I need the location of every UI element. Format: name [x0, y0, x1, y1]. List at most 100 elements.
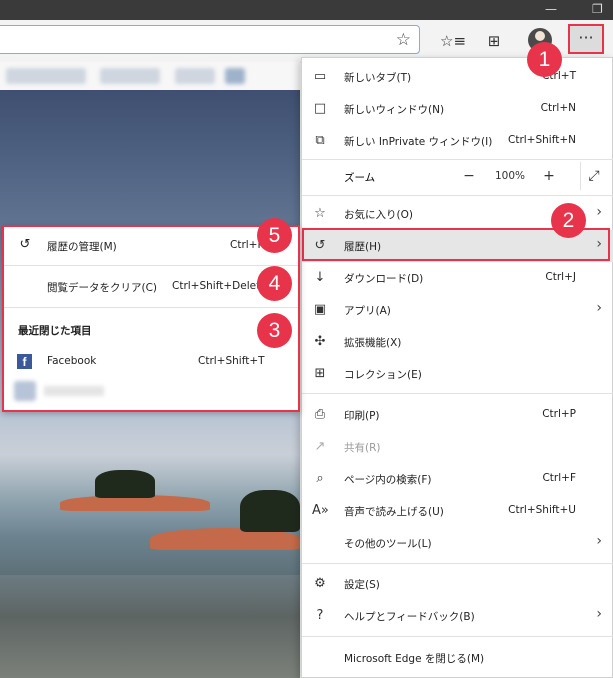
- gear-icon: ⚙: [314, 576, 326, 591]
- menu-item-shortcut: Ctrl+Shift+U: [508, 504, 576, 516]
- find-in-page-icon: ⌕: [316, 471, 324, 486]
- menu-item-label: その他のツール(L): [344, 538, 432, 550]
- submenu-item-label: 閲覧データをクリア(C): [47, 282, 158, 294]
- favorites-icon: ☆: [314, 206, 326, 221]
- puzzle-icon: ✣: [314, 334, 326, 349]
- menu-divider: [4, 307, 298, 308]
- zoom-out-button[interactable]: −: [456, 162, 482, 190]
- share-icon: ↗: [314, 439, 326, 454]
- menu-item-label: お気に入り(O): [344, 209, 413, 221]
- blurred-label: [44, 386, 104, 396]
- zoom-level: 100%: [494, 170, 526, 182]
- new-window-icon: □: [313, 101, 327, 116]
- menu-item-downloads[interactable]: ↓ ダウンロード(D) Ctrl+J: [302, 262, 613, 294]
- menu-item-shortcut: Ctrl+F: [542, 472, 576, 484]
- menu-item-settings[interactable]: ⚙ 設定(S): [302, 568, 613, 600]
- menu-item-label: 共有(R): [344, 442, 381, 454]
- restore-button[interactable]: ❐: [592, 2, 603, 16]
- download-icon: ↓: [314, 270, 326, 285]
- step-badge-5: 5: [257, 218, 292, 253]
- menu-divider: [4, 265, 298, 266]
- menu-item-new-inprivate[interactable]: ⧉ 新しい InPrivate ウィンドウ(I) Ctrl+Shift+N: [302, 125, 613, 157]
- favorite-item[interactable]: [100, 68, 160, 84]
- title-bar: — ❐: [0, 0, 613, 20]
- menu-item-shortcut: Ctrl+Shift+N: [508, 134, 576, 146]
- submenu-item-blurred[interactable]: [4, 377, 298, 405]
- settings-and-more-button[interactable]: ···: [568, 24, 604, 54]
- menu-item-label: Microsoft Edge を閉じる(M): [344, 653, 485, 665]
- chevron-right-icon: ›: [596, 533, 602, 549]
- menu-item-new-window[interactable]: □ 新しいウィンドウ(N) Ctrl+N: [302, 93, 613, 125]
- fullscreen-icon[interactable]: ⤢: [580, 162, 607, 190]
- apps-icon: ▣: [313, 302, 327, 317]
- menu-item-shortcut: Ctrl+J: [545, 271, 576, 283]
- menu-item-label: コレクション(E): [344, 369, 422, 381]
- menu-item-label: ヘルプとフィードバック(B): [344, 611, 475, 623]
- step-badge-2: 2: [551, 203, 586, 238]
- menu-item-share[interactable]: ↗ 共有(R): [302, 431, 613, 463]
- tree: [95, 470, 155, 498]
- submenu-item-clear-browsing-data[interactable]: 閲覧データをクリア(C) Ctrl+Shift+Delete: [4, 273, 298, 301]
- address-bar[interactable]: ☆: [0, 25, 420, 54]
- menu-item-label: ページ内の検索(F): [344, 474, 432, 486]
- new-tab-icon: ▭: [313, 69, 327, 84]
- menu-item-read-aloud[interactable]: A» 音声で読み上げる(U) Ctrl+Shift+U: [302, 495, 613, 527]
- menu-item-shortcut: Ctrl+P: [542, 408, 576, 420]
- favorite-item[interactable]: [225, 68, 245, 84]
- menu-item-collections[interactable]: ⊞ コレクション(E): [302, 358, 613, 390]
- menu-item-label: アプリ(A): [344, 305, 391, 317]
- recently-closed-heading: 最近閉じた項目: [4, 316, 298, 344]
- history-submenu: ↺ 履歴の管理(M) Ctrl+H 閲覧データをクリア(C) Ctrl+Shif…: [2, 225, 300, 412]
- collections-icon: ⊞: [314, 366, 326, 381]
- inprivate-icon: ⧉: [315, 133, 325, 148]
- step-badge-3: 3: [257, 313, 292, 348]
- menu-item-new-tab[interactable]: ▭ 新しいタブ(T) Ctrl+T: [302, 61, 613, 93]
- favorites-bar: [0, 62, 300, 90]
- step-badge-1: 1: [527, 42, 562, 77]
- section-heading: 最近閉じた項目: [18, 325, 92, 337]
- blurred-icon: [14, 381, 36, 401]
- submenu-item-label: 履歴の管理(M): [47, 241, 117, 253]
- menu-divider: [302, 393, 613, 394]
- menu-item-find[interactable]: ⌕ ページ内の検索(F) Ctrl+F: [302, 463, 613, 495]
- facebook-icon: f: [17, 354, 32, 369]
- menu-item-label: ダウンロード(D): [344, 273, 424, 285]
- menu-item-label: 新しいウィンドウ(N): [344, 104, 445, 116]
- chevron-right-icon: ›: [596, 300, 602, 316]
- favorite-item[interactable]: [175, 68, 215, 84]
- read-aloud-icon: A»: [312, 503, 329, 518]
- submenu-item-manage-history[interactable]: ↺ 履歴の管理(M) Ctrl+H: [4, 232, 298, 260]
- menu-item-label: 設定(S): [344, 579, 380, 591]
- menu-divider: [302, 195, 613, 196]
- menu-item-extensions[interactable]: ✣ 拡張機能(X): [302, 326, 613, 358]
- favorites-icon[interactable]: ☆≡: [440, 30, 466, 52]
- step-badge-4: 4: [257, 266, 292, 301]
- printer-icon: ⎙: [314, 407, 326, 422]
- settings-menu: ▭ 新しいタブ(T) Ctrl+T □ 新しいウィンドウ(N) Ctrl+N ⧉…: [301, 57, 613, 678]
- menu-item-label: 拡張機能(X): [344, 337, 402, 349]
- favorite-item[interactable]: [6, 68, 86, 84]
- menu-item-more-tools[interactable]: その他のツール(L) ›: [302, 527, 613, 559]
- menu-item-label: 音声で読み上げる(U): [344, 506, 444, 518]
- menu-item-close-edge[interactable]: Microsoft Edge を閉じる(M): [302, 642, 613, 674]
- collections-icon[interactable]: ⊞: [483, 30, 505, 52]
- submenu-item-label: Facebook: [47, 355, 97, 367]
- menu-item-help[interactable]: ? ヘルプとフィードバック(B) ›: [302, 600, 613, 632]
- chevron-right-icon: ›: [596, 204, 602, 220]
- menu-item-label: 新しいタブ(T): [344, 72, 412, 84]
- chevron-right-icon: ›: [596, 606, 602, 622]
- minimize-button[interactable]: —: [545, 2, 557, 16]
- zoom-label: ズーム: [344, 172, 376, 184]
- zoom-in-button[interactable]: +: [536, 162, 562, 190]
- menu-divider: [302, 563, 613, 564]
- add-favorite-icon[interactable]: ☆: [396, 30, 411, 50]
- menu-divider: [302, 636, 613, 637]
- menu-item-label: 印刷(P): [344, 410, 380, 422]
- zoom-row: ズーム − 100% + ⤢: [302, 158, 613, 194]
- menu-item-apps[interactable]: ▣ アプリ(A) ›: [302, 294, 613, 326]
- menu-item-print[interactable]: ⎙ 印刷(P) Ctrl+P: [302, 399, 613, 431]
- submenu-item-shortcut: Ctrl+Shift+T: [198, 355, 265, 367]
- menu-item-shortcut: Ctrl+N: [540, 102, 576, 114]
- menu-item-label: 新しい InPrivate ウィンドウ(I): [344, 136, 493, 148]
- submenu-item-facebook[interactable]: f Facebook Ctrl+Shift+T: [4, 348, 298, 376]
